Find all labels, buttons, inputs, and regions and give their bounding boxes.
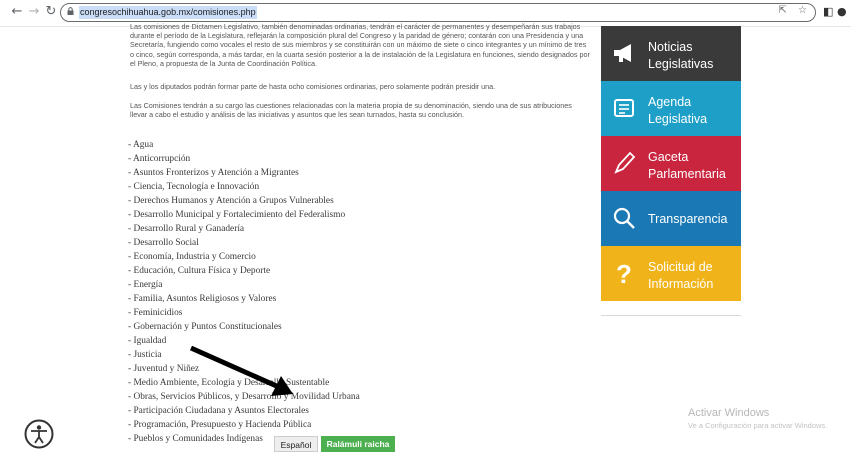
commission-item[interactable]: - Economía, Industria y Comercio [128, 250, 360, 264]
sidebar: Noticias Legislativas Agenda Legislativa… [601, 26, 741, 316]
commission-item[interactable]: - Programación, Presupuesto y Hacienda P… [128, 418, 360, 432]
search-icon [613, 207, 635, 229]
commission-item[interactable]: - Participación Ciudadana y Asuntos Elec… [128, 404, 360, 418]
accessibility-icon[interactable] [24, 419, 54, 449]
commission-item[interactable]: - Ciencia, Tecnología e Innovación [128, 180, 360, 194]
commission-item[interactable]: - Anticorrupción [128, 152, 360, 166]
sidebar-item-gaceta[interactable]: Gaceta Parlamentaria [601, 136, 741, 191]
sidepanel-icon[interactable]: ◧ [823, 5, 833, 18]
sidebar-item-transparencia[interactable]: Transparencia [601, 191, 741, 246]
sidebar-item-label: Solicitud de [648, 260, 713, 274]
sidebar-item-noticias[interactable]: Noticias Legislativas [601, 26, 741, 81]
commission-item[interactable]: - Desarrollo Municipal y Fortalecimiento… [128, 208, 360, 222]
sidebar-item-solicitud[interactable]: ? Solicitud de Información [601, 246, 741, 301]
language-raramuri-button[interactable]: Ralámuli raicha [321, 436, 395, 452]
back-icon[interactable]: ← [10, 5, 24, 19]
reload-icon[interactable]: ↻ [44, 5, 58, 19]
sidebar-item-label: Parlamentaria [648, 167, 726, 181]
sidebar-item-label: Noticias [648, 40, 693, 54]
megaphone-icon [614, 44, 631, 62]
commission-item[interactable]: - Feminicidios [128, 306, 360, 320]
commission-item[interactable]: - Educación, Cultura Física y Deporte [128, 264, 360, 278]
sidebar-divider [601, 315, 741, 316]
bookmark-star-icon[interactable]: ☆ [798, 5, 807, 16]
question-icon: ? [616, 260, 632, 286]
commission-item[interactable]: - Asuntos Fronterizos y Atención a Migra… [128, 166, 360, 180]
description-paragraph-3: Las Comisiones tendrán a su cargo las cu… [130, 101, 572, 120]
profile-icon[interactable]: ● [837, 5, 847, 18]
svg-text:?: ? [616, 260, 632, 286]
commission-item[interactable]: - Gobernación y Puntos Constitucionales [128, 320, 360, 334]
commission-item[interactable]: - Derechos Humanos y Atención a Grupos V… [128, 194, 360, 208]
forward-icon[interactable]: → [27, 5, 41, 19]
sidebar-item-label: Información [648, 277, 714, 291]
annotation-arrow [189, 345, 293, 396]
share-icon[interactable]: ⇱ [778, 5, 786, 16]
commission-item[interactable]: - Desarrollo Social [128, 236, 360, 250]
commission-item[interactable]: - Desarrollo Rural y Ganadería [128, 222, 360, 236]
sidebar-item-label: Legislativas [648, 57, 714, 71]
sidebar-item-label: Legislativa [648, 112, 708, 126]
address-bar[interactable]: congresochihuahua.gob.mx/comisiones.php … [60, 3, 816, 22]
watermark-title: Activar Windows [688, 407, 770, 419]
lock-icon [67, 7, 74, 15]
agenda-icon [614, 99, 634, 117]
url-text[interactable]: congresochihuahua.gob.mx/comisiones.php [79, 6, 257, 19]
sidebar-item-label: Gaceta [648, 150, 689, 164]
commission-item[interactable]: - Familia, Asuntos Religiosos y Valores [128, 292, 360, 306]
sidebar-item-label: Transparencia [648, 212, 728, 226]
description-paragraph-1: Las comisiones de Dictamen Legislativo, … [130, 22, 590, 68]
pen-icon [614, 151, 636, 174]
language-spanish-button[interactable]: Español [274, 436, 318, 452]
watermark-subtitle: Ve a Configuración para activar Windows. [688, 421, 828, 430]
sidebar-item-agenda[interactable]: Agenda Legislativa [601, 81, 741, 136]
commission-item[interactable]: - Agua [128, 138, 360, 152]
description-paragraph-2: Las y los diputados podrán formar parte … [130, 82, 496, 91]
commission-item[interactable]: - Energía [128, 278, 360, 292]
sidebar-item-label: Agenda [648, 95, 692, 109]
